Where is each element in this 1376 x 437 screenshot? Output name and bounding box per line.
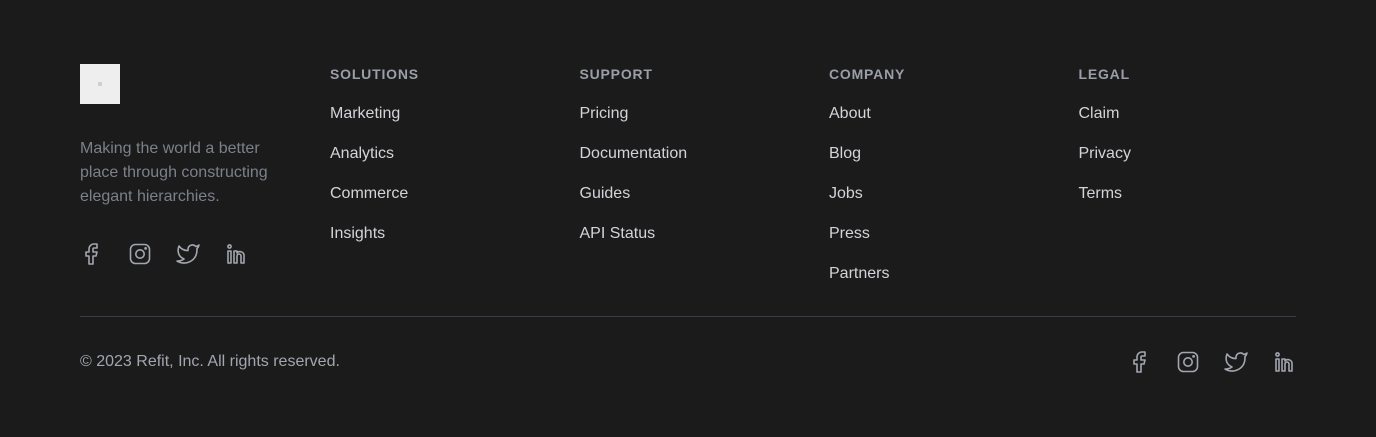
site-footer: Making the world a better place through … <box>0 0 1376 437</box>
footer-link-marketing[interactable]: Marketing <box>330 105 400 122</box>
instagram-icon[interactable] <box>1176 350 1200 374</box>
linkedin-icon[interactable] <box>224 242 248 266</box>
twitter-icon[interactable] <box>176 242 200 266</box>
column-heading: SUPPORT <box>579 66 653 82</box>
logo-mark <box>98 82 102 86</box>
footer-divider <box>80 316 1296 317</box>
instagram-icon[interactable] <box>128 242 152 266</box>
footer-link-pricing[interactable]: Pricing <box>580 105 629 122</box>
footer-link-about[interactable]: About <box>829 105 871 122</box>
footer-link-press[interactable]: Press <box>829 225 870 242</box>
logo[interactable] <box>80 64 120 104</box>
social-links-bottom <box>1128 350 1296 374</box>
footer-link-insights[interactable]: Insights <box>330 225 385 242</box>
footer-link-terms[interactable]: Terms <box>1079 185 1123 202</box>
twitter-icon[interactable] <box>1224 350 1248 374</box>
column-heading: LEGAL <box>1078 66 1130 82</box>
brand-block: Making the world a better place through … <box>80 64 330 316</box>
social-links <box>80 242 330 266</box>
footer-link-jobs[interactable]: Jobs <box>829 185 863 202</box>
footer-bottom: © 2023 Refit, Inc. All rights reserved. <box>80 350 1296 374</box>
footer-link-commerce[interactable]: Commerce <box>330 185 408 202</box>
facebook-icon[interactable] <box>1128 350 1152 374</box>
footer-link-privacy[interactable]: Privacy <box>1079 145 1131 162</box>
footer-link-partners[interactable]: Partners <box>829 265 889 282</box>
linkedin-icon[interactable] <box>1272 350 1296 374</box>
footer-top: Making the world a better place through … <box>80 64 1296 316</box>
facebook-icon[interactable] <box>80 242 104 266</box>
footer-link-blog[interactable]: Blog <box>829 145 861 162</box>
footer-link-guides[interactable]: Guides <box>580 185 631 202</box>
footer-column-support: SUPPORT Pricing Documentation Guides API… <box>580 64 830 316</box>
copyright-text: © 2023 Refit, Inc. All rights reserved. <box>80 353 340 370</box>
footer-link-claim[interactable]: Claim <box>1079 105 1120 122</box>
tagline: Making the world a better place through … <box>80 140 268 205</box>
column-heading: SOLUTIONS <box>330 66 419 82</box>
column-heading: COMPANY <box>829 66 906 82</box>
footer-link-api-status[interactable]: API Status <box>580 225 656 242</box>
footer-column-company: COMPANY About Blog Jobs Press Partners <box>829 64 1079 316</box>
footer-link-analytics[interactable]: Analytics <box>330 145 394 162</box>
footer-link-documentation[interactable]: Documentation <box>580 145 688 162</box>
footer-column-solutions: SOLUTIONS Marketing Analytics Commerce I… <box>330 64 580 316</box>
footer-column-legal: LEGAL Claim Privacy Terms <box>1079 64 1329 316</box>
